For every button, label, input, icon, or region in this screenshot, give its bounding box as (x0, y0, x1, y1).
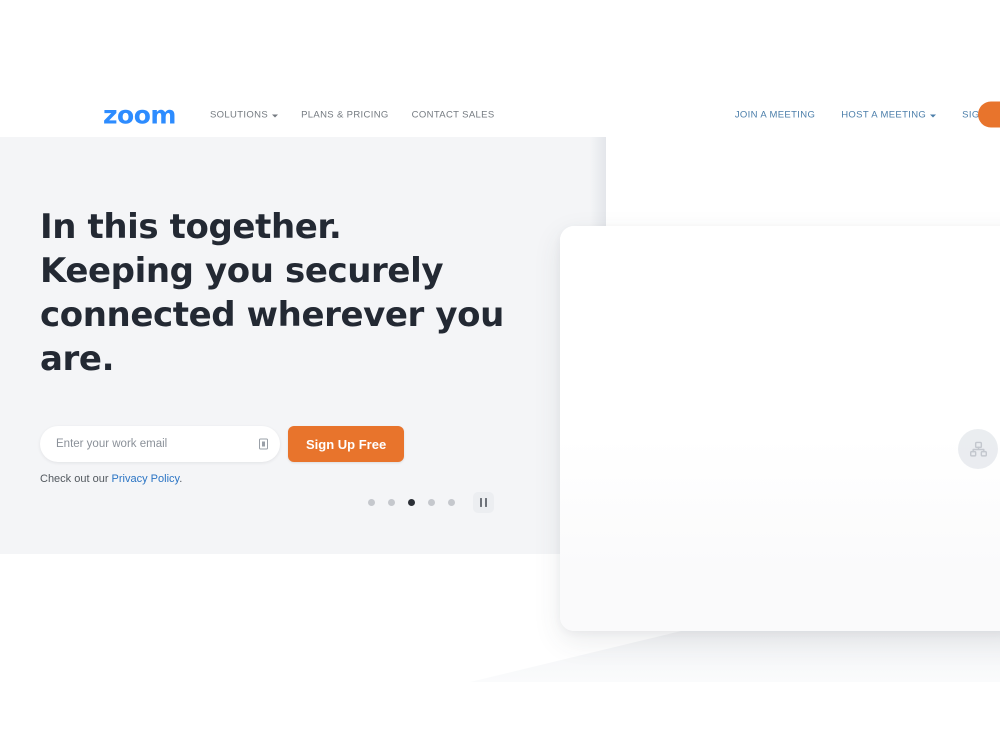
chevron-down-icon (930, 114, 937, 117)
nav-item-plans-pricing[interactable]: PLANS & PRICING (301, 109, 389, 120)
zoom-homepage: zoom SOLUTIONS PLANS & PRICING CONTACT S… (0, 0, 1000, 750)
nav-item-plans-pricing-label: PLANS & PRICING (301, 109, 389, 120)
privacy-policy-note: Check out our Privacy Policy. (40, 473, 182, 485)
carousel-dot-4[interactable] (428, 499, 435, 506)
carousel-dot-1[interactable] (368, 499, 375, 506)
hero-content: In this together. Keeping you securely c… (40, 205, 560, 381)
hero-carousel-controls (368, 492, 494, 513)
carousel-dot-2[interactable] (388, 499, 395, 506)
email-field[interactable] (40, 426, 280, 462)
headline-line-2: Keeping you securely (40, 251, 444, 291)
pause-icon-bar-right (484, 498, 488, 507)
nav-item-solutions[interactable]: SOLUTIONS (210, 109, 279, 120)
share-network-glyph (969, 441, 987, 457)
pause-icon-bar-left (479, 498, 483, 507)
nav-item-host-a-meeting[interactable]: HOST A MEETING (841, 109, 937, 120)
nav-item-host-a-meeting-label: HOST A MEETING (841, 109, 927, 120)
sign-up-free-button[interactable]: Sign Up Free (288, 426, 405, 462)
nav-item-join-a-meeting-label: JOIN A MEETING (734, 109, 816, 120)
carousel-dot-3[interactable] (408, 499, 415, 506)
nav-item-solutions-label: SOLUTIONS (210, 109, 269, 120)
nav-item-contact-sales[interactable]: CONTACT SALES (412, 109, 495, 120)
headline-line-1: In this together. (40, 207, 342, 247)
nav-item-contact-sales-label: CONTACT SALES (411, 109, 495, 120)
privacy-policy-link[interactable]: Privacy Policy (112, 473, 180, 485)
share-network-icon[interactable] (958, 429, 998, 469)
chevron-down-icon (272, 114, 279, 117)
header-signup-button[interactable] (978, 101, 1000, 128)
nav-item-join-a-meeting[interactable]: JOIN A MEETING (735, 109, 815, 120)
email-field-wrapper (40, 426, 280, 462)
site-header: zoom SOLUTIONS PLANS & PRICING CONTACT S… (0, 92, 1000, 137)
primary-navigation: SOLUTIONS PLANS & PRICING CONTACT SALES (210, 109, 495, 120)
top-white-strip (0, 0, 1000, 92)
zoom-logo[interactable]: zoom (103, 102, 176, 127)
account-navigation: JOIN A MEETING HOST A MEETING SIGN IN (735, 101, 1000, 128)
privacy-suffix-text: . (179, 473, 183, 485)
page-title: In this together. Keeping you securely c… (40, 205, 560, 381)
privacy-prefix-text: Check out our (40, 473, 112, 485)
hero-media-card[interactable] (560, 226, 1000, 631)
headline-line-3: connected wherever you are. (40, 295, 504, 379)
carousel-dot-5[interactable] (448, 499, 455, 506)
signup-form: Sign Up Free (40, 426, 405, 462)
card-lower-wash (560, 436, 1000, 631)
info-card-icon[interactable] (259, 438, 268, 450)
carousel-pause-button[interactable] (473, 492, 494, 513)
